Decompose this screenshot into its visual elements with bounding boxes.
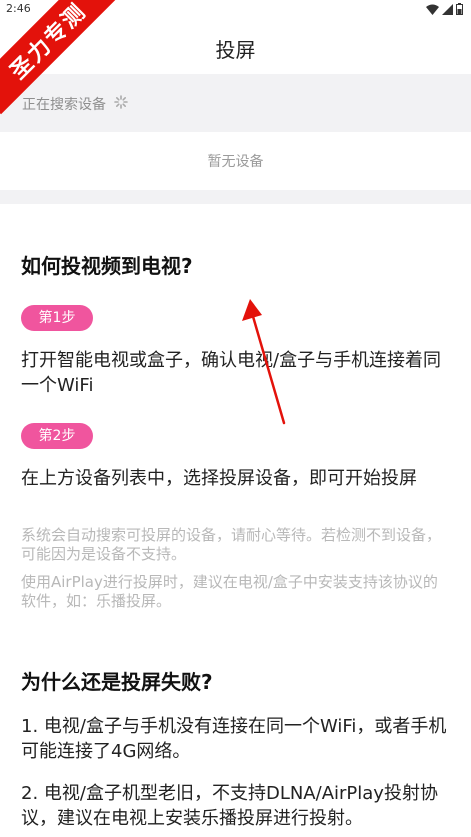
wifi-icon [426,4,439,15]
reason-2-text: 2. 电视/盒子机型老旧，不支持DLNA/AirPlay投射协议，建议在电视上安… [21,783,438,829]
fail-title: 为什么还是投屏失败? [21,670,213,694]
device-list: 暂无设备 [0,132,471,190]
device-search-status: 正在搜索设备 [0,74,471,132]
status-time: 2:46 [6,2,31,15]
note-1-text: 系统会自动搜索可投屏的设备，请耐心等待。若检测不到设备，可能因为是设备不支持。 [21,526,442,563]
search-status-text: 正在搜索设备 [22,97,106,113]
step-1-text: 打开智能电视或盒子，确认电视/盒子与手机连接着同一个WiFi [21,350,442,396]
step-2-badge: 第2步 [21,423,93,449]
annotation-arrow-icon [242,299,286,425]
help-card: 如何投视频到电视? 第1步 打开智能电视或盒子，确认电视/盒子与手机连接着同一个… [0,204,471,837]
empty-device-text: 暂无设备 [207,154,264,170]
step-1-badge: 第1步 [21,305,93,331]
note-2-text: 使用AirPlay进行投屏时，建议在电视/盒子中安装支持该协议的软件，如：乐播投… [21,573,438,610]
signal-icon [442,3,453,15]
how-to-title: 如何投视频到电视? [21,254,193,278]
reason-1-text: 1. 电视/盒子与手机没有连接在同一个WiFi，或者手机可能连接了4G网络。 [21,716,447,762]
step-2-text: 在上方设备列表中，选择投屏设备，即可开始投屏 [21,468,417,489]
battery-icon [456,3,463,15]
loading-spinner-icon [114,95,128,109]
status-icons [426,3,463,15]
